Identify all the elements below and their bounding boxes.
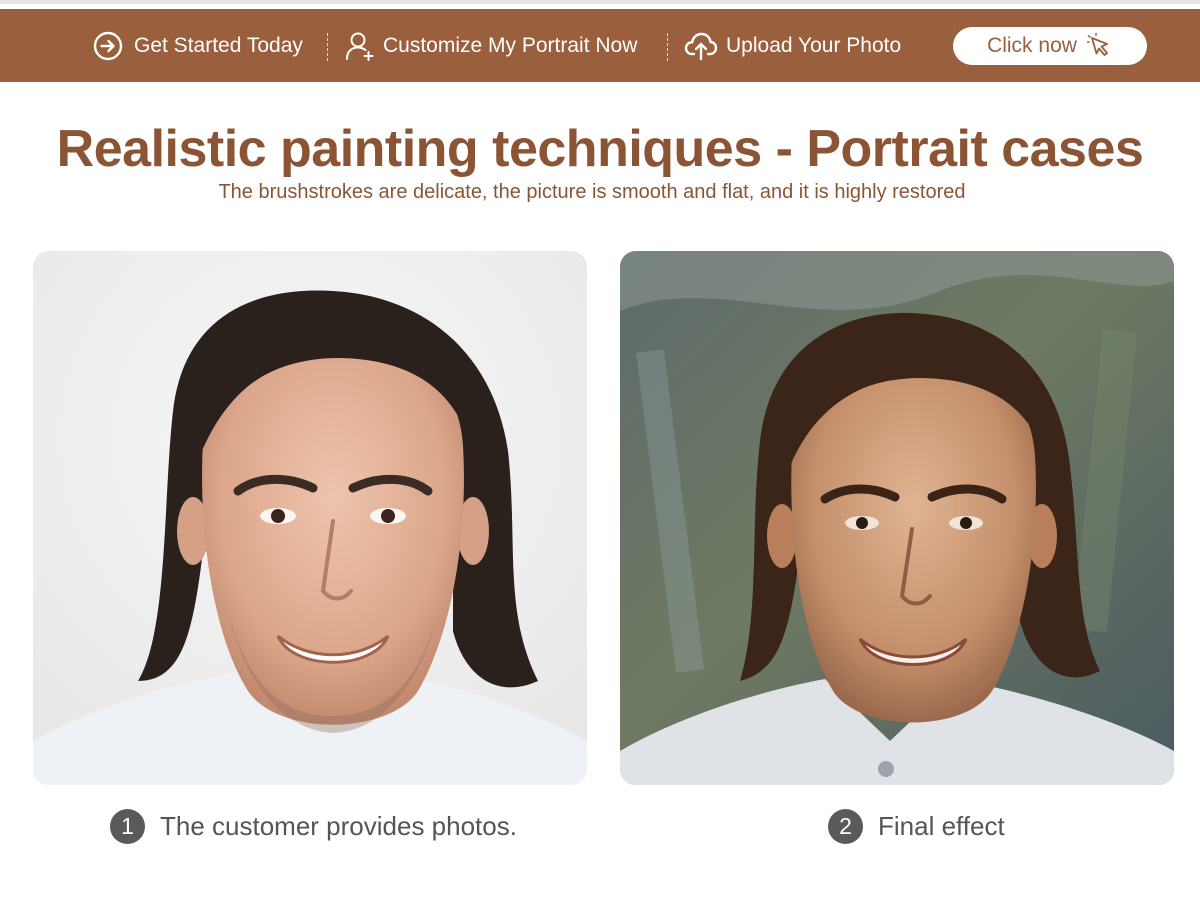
page-subtitle: The brushstrokes are delicate, the pictu… [218,181,966,203]
nav-divider [327,33,328,61]
arrow-right-circle-icon [93,31,123,61]
nav-customize-portrait-label: Customize My Portrait Now [383,34,638,57]
painted-portrait [620,251,1174,785]
click-now-label: Click now [987,34,1077,57]
nav-get-started-label: Get Started Today [134,34,303,57]
step-number-badge: 2 [828,808,863,844]
case-2-caption: 2 Final effect [828,806,1005,846]
nav-customize-portrait[interactable]: Customize My Portrait Now [345,29,637,63]
case-1-caption: 1 The customer provides photos. [110,806,517,846]
user-add-icon [346,32,374,61]
step-number-badge: 1 [110,808,145,844]
nav-divider [667,33,668,61]
top-rule [0,0,1200,9]
case-1-caption-text: The customer provides photos. [160,810,517,841]
nav-get-started[interactable]: Get Started Today [92,29,303,63]
nav-upload-photo-label: Upload Your Photo [726,34,902,57]
cloud-upload-icon [684,32,718,61]
click-now-button[interactable]: Click now [953,27,1147,65]
case-2-caption-text: Final effect [878,810,1005,841]
top-banner: Get Started Today Customize My Portrait … [0,9,1200,82]
nav-upload-photo[interactable]: Upload Your Photo [684,29,901,63]
customer-photo [33,251,587,785]
page-title: Realistic painting techniques - Portrait… [56,120,1144,178]
pointer-click-icon [1086,33,1108,56]
